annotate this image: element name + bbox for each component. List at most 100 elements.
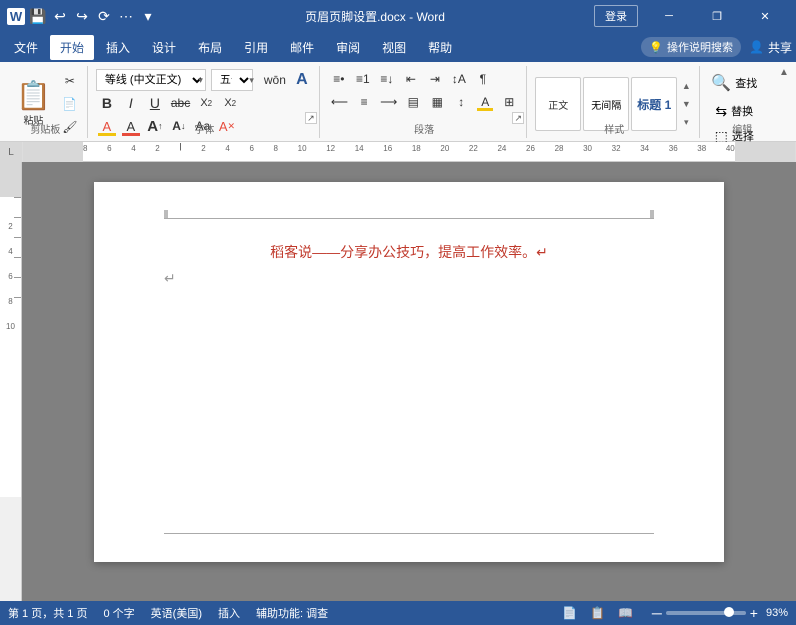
menu-view[interactable]: 视图	[372, 35, 416, 60]
cut-button[interactable]: ✂	[59, 70, 81, 92]
decrease-indent-button[interactable]: ⇤	[400, 68, 422, 90]
paragraph-mark: ↵	[164, 270, 176, 286]
outline-button[interactable]: 📖	[616, 603, 636, 623]
document-paragraph2[interactable]: ↵	[164, 270, 654, 287]
font-row1: 等线 (中文正文) 五号 wōn A	[96, 69, 313, 91]
close-button[interactable]: ✕	[742, 0, 788, 32]
line-spacing-button[interactable]: ↕	[450, 91, 472, 113]
big-a-button[interactable]: A	[291, 69, 313, 91]
search-hint: 操作说明搜索	[667, 39, 733, 55]
web-layout-button[interactable]: 📋	[588, 603, 608, 623]
zoom-control: ─ + 93%	[652, 605, 788, 621]
language: 英语(美国)	[151, 605, 202, 621]
share-button[interactable]: 👤 共享	[749, 39, 792, 56]
accessibility-check[interactable]: 辅助功能: 调查	[256, 605, 328, 621]
document-area: 2 4 6 8 10 稻客说——分享办公技巧，提高工作效率。↵	[0, 162, 796, 601]
word-icon: W	[8, 8, 24, 24]
find-label: 查找	[735, 75, 757, 91]
find-button[interactable]: 🔍 查找	[708, 70, 760, 96]
ribbon-content: 📋 粘贴 ✂ 📄 🖌 剪贴板 等线 (中文正文)	[4, 66, 792, 146]
word-count: 0 个字	[103, 605, 134, 621]
borders-button[interactable]: ⊞	[498, 91, 520, 113]
replace-icon: ⇆	[715, 103, 727, 120]
page-info: 第 1 页，共 1 页	[8, 605, 87, 621]
update-icon[interactable]: ⟳	[96, 8, 112, 24]
align-right-button[interactable]: ⟶	[377, 91, 400, 113]
clipboard-group: 📋 粘贴 ✂ 📄 🖌 剪贴板	[4, 66, 88, 138]
font-size-select[interactable]: 五号	[211, 69, 253, 91]
menu-insert[interactable]: 插入	[96, 35, 140, 60]
ribbon-collapse-button[interactable]: ▲	[776, 64, 792, 80]
align-center-button[interactable]: ≡	[353, 91, 375, 113]
search-area[interactable]: 💡 操作说明搜索	[641, 37, 741, 57]
word-art-button[interactable]: wōn	[261, 69, 289, 91]
zoom-slider[interactable]	[666, 611, 746, 615]
print-layout-button[interactable]: 📄	[560, 603, 580, 623]
more-icon[interactable]: ▾	[140, 8, 156, 24]
underline-button[interactable]: U	[144, 92, 166, 114]
align-left-button[interactable]: ⟵	[328, 91, 351, 113]
style-scroll-up[interactable]: ▲	[679, 78, 693, 95]
editing-label: 编辑	[702, 121, 782, 136]
numbering-button[interactable]: ≡1	[352, 68, 374, 90]
document-scroll: 稻客说——分享办公技巧，提高工作效率。↵ ↵	[22, 162, 796, 601]
document-text1: 稻客说——分享办公技巧，提高工作效率。↵	[270, 244, 548, 260]
para-row2: ⟵ ≡ ⟶ ▤ ▦ ↕ A ⊞	[328, 91, 520, 113]
bold-button[interactable]: B	[96, 92, 118, 114]
undo-icon[interactable]: ↩	[52, 8, 68, 24]
redo-icon[interactable]: ↪	[74, 8, 90, 24]
lightbulb-icon: 💡	[649, 41, 663, 54]
paste-icon: 📋	[16, 82, 51, 110]
copy-button[interactable]: 📄	[59, 93, 81, 115]
save-icon[interactable]: 💾	[30, 8, 46, 24]
zoom-out-button[interactable]: ─	[652, 605, 662, 621]
document-paragraph1[interactable]: 稻客说——分享办公技巧，提高工作效率。↵	[164, 242, 654, 262]
header-left-marker	[164, 210, 168, 218]
menu-layout[interactable]: 布局	[188, 35, 232, 60]
menu-review[interactable]: 审阅	[326, 35, 370, 60]
font-name-select[interactable]: 等线 (中文正文)	[96, 69, 206, 91]
align-distributed-button[interactable]: ▦	[426, 91, 448, 113]
font-label: 字体	[90, 121, 319, 136]
menu-file[interactable]: 文件	[4, 35, 48, 60]
document-title: 页眉页脚设置.docx - Word	[305, 8, 445, 25]
show-marks-button[interactable]: ¶	[472, 68, 494, 90]
justify-button[interactable]: ▤	[402, 91, 424, 113]
insert-mode[interactable]: 插入	[218, 605, 240, 621]
sort-button[interactable]: ↕A	[448, 68, 470, 90]
find-icon: 🔍	[711, 73, 731, 93]
font-group: 等线 (中文正文) 五号 wōn A B I U ab	[90, 66, 320, 138]
strikethrough-button[interactable]: abc	[168, 92, 193, 114]
ruler-right-margin	[735, 142, 795, 162]
vertical-ruler: 2 4 6 8 10	[0, 162, 22, 601]
menu-help[interactable]: 帮助	[418, 35, 462, 60]
subscript-button[interactable]: X2	[195, 92, 217, 114]
menu-references[interactable]: 引用	[234, 35, 278, 60]
minimize-button[interactable]: ─	[646, 0, 692, 32]
zoom-level[interactable]: 93%	[766, 607, 788, 619]
login-button[interactable]: 登录	[594, 5, 638, 27]
multilevel-button[interactable]: ≡↓	[376, 68, 398, 90]
italic-button[interactable]: I	[120, 92, 142, 114]
zoom-slider-thumb	[724, 607, 734, 617]
window-controls: ─ ❐ ✕	[646, 0, 788, 32]
font-expand-button[interactable]: ↗	[305, 112, 317, 124]
superscript-button[interactable]: X2	[219, 92, 241, 114]
zoom-in-button[interactable]: +	[750, 605, 758, 621]
customize-icon[interactable]: ⋯	[118, 8, 134, 24]
bullets-button[interactable]: ≡•	[328, 68, 350, 90]
style-scroll-down[interactable]: ▼	[679, 96, 693, 113]
menu-mailings[interactable]: 邮件	[280, 35, 324, 60]
shading-button[interactable]: A	[474, 91, 496, 113]
menu-design[interactable]: 设计	[142, 35, 186, 60]
increase-indent-button[interactable]: ⇥	[424, 68, 446, 90]
ruler-container: L 8 6 4 2 | 2 4 6 8 10 12 14 16 18 20 2	[0, 142, 796, 162]
menu-home[interactable]: 开始	[50, 35, 94, 60]
paragraph-expand-button[interactable]: ↗	[512, 112, 524, 124]
header-right-marker	[650, 210, 654, 218]
vertical-ruler-content: 2 4 6 8 10	[0, 197, 21, 497]
footer-area	[164, 533, 654, 534]
document-page[interactable]: 稻客说——分享办公技巧，提高工作效率。↵ ↵	[94, 182, 724, 562]
restore-button[interactable]: ❐	[694, 0, 740, 32]
styles-label: 样式	[529, 121, 699, 136]
